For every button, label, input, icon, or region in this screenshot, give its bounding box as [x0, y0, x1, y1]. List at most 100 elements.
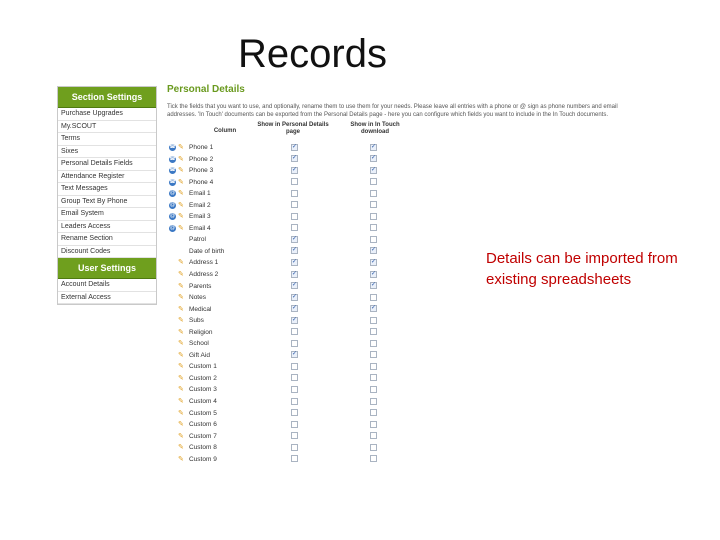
personal-details-checkbox[interactable] — [291, 201, 298, 209]
sidebar-item[interactable]: Terms — [58, 133, 156, 146]
pencil-icon[interactable]: ✎ — [178, 443, 184, 452]
personal-details-checkbox[interactable] — [291, 328, 298, 336]
personal-details-checkbox[interactable] — [291, 443, 298, 451]
in-touch-checkbox[interactable]: ✓ — [370, 143, 377, 151]
personal-details-checkbox[interactable]: ✓ — [291, 166, 298, 174]
personal-details-checkbox[interactable] — [291, 212, 298, 220]
personal-details-checkbox[interactable] — [291, 189, 298, 197]
personal-details-checkbox[interactable] — [291, 362, 298, 370]
pencil-icon[interactable]: ✎ — [178, 189, 184, 198]
in-touch-checkbox[interactable]: ✓ — [370, 247, 377, 255]
in-touch-checkbox[interactable] — [370, 212, 377, 220]
in-touch-checkbox[interactable]: ✓ — [370, 166, 377, 174]
in-touch-checkbox[interactable] — [370, 362, 377, 370]
personal-details-checkbox[interactable]: ✓ — [291, 155, 298, 163]
field-label: Parents — [189, 282, 212, 290]
in-touch-checkbox[interactable] — [370, 420, 377, 428]
pencil-icon[interactable]: ✎ — [178, 305, 184, 314]
in-touch-checkbox[interactable] — [370, 316, 377, 324]
in-touch-checkbox[interactable] — [370, 339, 377, 347]
field-label: Phone 3 — [189, 167, 214, 175]
sidebar-item[interactable]: Text Messages — [58, 183, 156, 196]
pencil-icon[interactable]: ✎ — [178, 328, 184, 337]
pencil-icon[interactable]: ✎ — [178, 224, 184, 233]
in-touch-checkbox[interactable] — [370, 293, 377, 301]
in-touch-checkbox[interactable] — [370, 328, 377, 336]
sidebar-item[interactable]: Rename Section — [58, 233, 156, 246]
personal-details-checkbox[interactable] — [291, 178, 298, 186]
personal-details-checkbox[interactable] — [291, 409, 298, 417]
pencil-icon[interactable]: ✎ — [178, 362, 184, 371]
sidebar-item[interactable]: Account Details — [58, 279, 156, 292]
personal-details-checkbox[interactable] — [291, 385, 298, 393]
personal-details-checkbox[interactable]: ✓ — [291, 258, 298, 266]
pencil-icon[interactable]: ✎ — [178, 397, 184, 406]
pencil-icon[interactable]: ✎ — [178, 201, 184, 210]
pencil-icon[interactable]: ✎ — [178, 178, 184, 187]
personal-details-checkbox[interactable] — [291, 420, 298, 428]
pencil-icon[interactable]: ✎ — [178, 385, 184, 394]
pencil-icon[interactable]: ✎ — [178, 455, 184, 464]
sidebar-item[interactable]: Discount Codes — [58, 246, 156, 258]
field-label: Religion — [189, 328, 213, 336]
personal-details-checkbox[interactable] — [291, 339, 298, 347]
pencil-icon[interactable]: ✎ — [178, 293, 184, 302]
pencil-icon[interactable]: ✎ — [178, 282, 184, 291]
personal-details-checkbox[interactable]: ✓ — [291, 282, 298, 290]
personal-details-checkbox[interactable] — [291, 374, 298, 382]
personal-details-checkbox[interactable]: ✓ — [291, 247, 298, 255]
personal-details-checkbox[interactable] — [291, 397, 298, 405]
personal-details-checkbox[interactable]: ✓ — [291, 351, 298, 359]
in-touch-checkbox[interactable]: ✓ — [370, 155, 377, 163]
in-touch-checkbox[interactable] — [370, 385, 377, 393]
pencil-icon[interactable]: ✎ — [178, 316, 184, 325]
pencil-icon[interactable]: ✎ — [178, 258, 184, 267]
in-touch-checkbox[interactable] — [370, 432, 377, 440]
sidebar-item[interactable]: Email System — [58, 208, 156, 221]
personal-details-checkbox[interactable]: ✓ — [291, 293, 298, 301]
in-touch-checkbox[interactable]: ✓ — [370, 282, 377, 290]
personal-details-checkbox[interactable]: ✓ — [291, 270, 298, 278]
in-touch-checkbox[interactable] — [370, 374, 377, 382]
pencil-icon[interactable]: ✎ — [178, 351, 184, 360]
pencil-icon[interactable]: ✎ — [178, 409, 184, 418]
sidebar-item[interactable]: Leaders Access — [58, 221, 156, 233]
sidebar-item[interactable]: Group Text By Phone — [58, 196, 156, 208]
pencil-icon[interactable]: ✎ — [178, 166, 184, 175]
personal-details-checkbox[interactable] — [291, 224, 298, 232]
sidebar-item[interactable]: External Access — [58, 292, 156, 304]
pencil-icon[interactable]: ✎ — [178, 212, 184, 221]
in-touch-checkbox[interactable]: ✓ — [370, 270, 377, 278]
pencil-icon[interactable]: ✎ — [178, 155, 184, 164]
sidebar-item[interactable]: Purchase Upgrades — [58, 108, 156, 121]
in-touch-checkbox[interactable] — [370, 443, 377, 451]
pencil-icon[interactable]: ✎ — [178, 143, 184, 152]
sidebar-item[interactable]: Sixes — [58, 146, 156, 158]
pencil-icon[interactable]: ✎ — [178, 432, 184, 441]
personal-details-checkbox[interactable]: ✓ — [291, 235, 298, 243]
in-touch-checkbox[interactable] — [370, 397, 377, 405]
pencil-icon[interactable]: ✎ — [178, 339, 184, 348]
in-touch-checkbox[interactable] — [370, 189, 377, 197]
sidebar-item[interactable]: Personal Details Fields — [58, 158, 156, 171]
personal-details-checkbox[interactable]: ✓ — [291, 305, 298, 313]
personal-details-checkbox[interactable]: ✓ — [291, 316, 298, 324]
in-touch-checkbox[interactable]: ✓ — [370, 305, 377, 313]
table-row: ☎ ✎ Phone 4 — [167, 177, 637, 189]
in-touch-checkbox[interactable] — [370, 455, 377, 463]
in-touch-checkbox[interactable] — [370, 178, 377, 186]
in-touch-checkbox[interactable] — [370, 351, 377, 359]
personal-details-checkbox[interactable] — [291, 432, 298, 440]
sidebar-item[interactable]: My.SCOUT — [58, 121, 156, 133]
in-touch-checkbox[interactable] — [370, 235, 377, 243]
in-touch-checkbox[interactable] — [370, 224, 377, 232]
pencil-icon[interactable]: ✎ — [178, 270, 184, 279]
in-touch-checkbox[interactable]: ✓ — [370, 258, 377, 266]
pencil-icon[interactable]: ✎ — [178, 374, 184, 383]
personal-details-checkbox[interactable] — [291, 455, 298, 463]
sidebar-item[interactable]: Attendance Register — [58, 171, 156, 183]
personal-details-checkbox[interactable]: ✓ — [291, 143, 298, 151]
pencil-icon[interactable]: ✎ — [178, 420, 184, 429]
in-touch-checkbox[interactable] — [370, 409, 377, 417]
in-touch-checkbox[interactable] — [370, 201, 377, 209]
